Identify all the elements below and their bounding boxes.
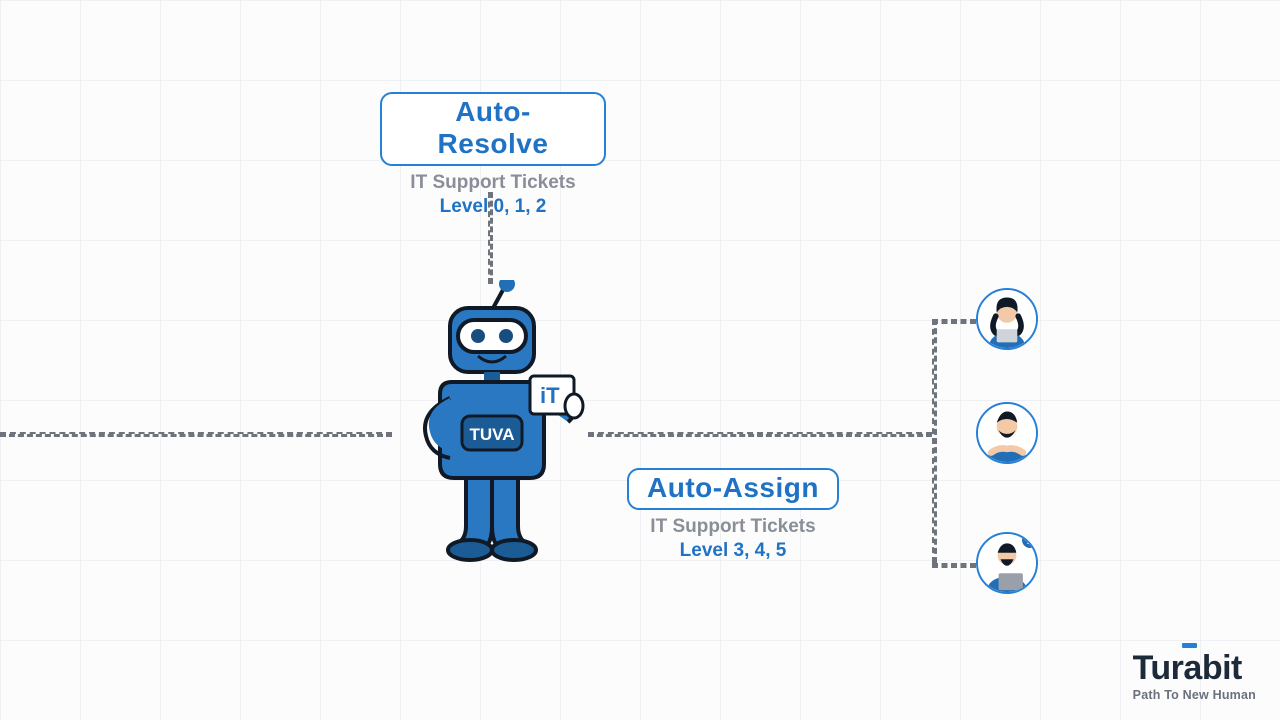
- connector-agents-trunk: [932, 319, 937, 563]
- brand-name-accent: a: [1183, 649, 1201, 687]
- agent-badge: 1: [1020, 532, 1038, 550]
- agent-avatar-1: [976, 288, 1038, 350]
- auto-assign-title: Auto-Assign: [627, 468, 839, 510]
- brand-name: Turabit: [1133, 651, 1256, 685]
- connector-left: [0, 432, 392, 437]
- auto-resolve-subtitle: IT Support Tickets: [380, 172, 606, 194]
- auto-assign-callout: Auto-Assign IT Support Tickets Level 3, …: [620, 468, 846, 562]
- brand-tagline: Path To New Human: [1133, 688, 1256, 702]
- robot-card-label: iT: [540, 383, 560, 408]
- robot-body-label: TUVA: [469, 425, 514, 444]
- auto-resolve-callout: Auto-Resolve IT Support Tickets Level 0,…: [380, 92, 606, 218]
- connector-agent-1: [932, 319, 976, 324]
- connector-right-main: [588, 432, 932, 437]
- background-grid: [0, 0, 1280, 720]
- auto-assign-levels: Level 3, 4, 5: [620, 540, 846, 562]
- connector-agent-3: [932, 563, 976, 568]
- agent-avatar-3: 1: [976, 532, 1038, 594]
- agent-avatar-2: [976, 402, 1038, 464]
- brand-name-part1: Tur: [1133, 649, 1184, 687]
- auto-assign-subtitle: IT Support Tickets: [620, 516, 846, 538]
- auto-resolve-levels: Level 0, 1, 2: [380, 196, 606, 218]
- brand-logo: Turabit Path To New Human: [1133, 651, 1256, 702]
- brand-name-part3: bit: [1202, 649, 1242, 687]
- robot-tuva: TUVA iT: [392, 280, 592, 570]
- auto-resolve-title: Auto-Resolve: [380, 92, 606, 166]
